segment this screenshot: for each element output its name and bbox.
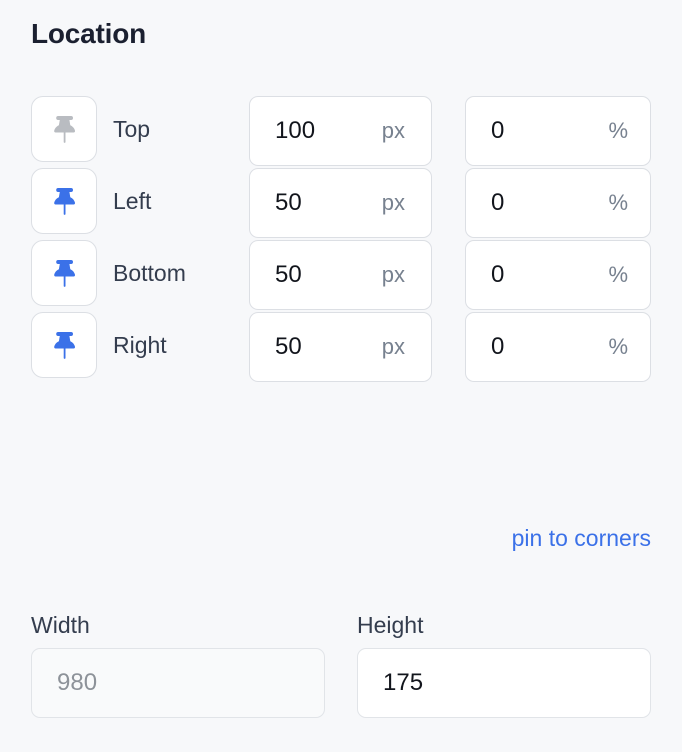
bottom-px-value: 50	[275, 261, 302, 288]
top-pct-value: 0	[491, 117, 505, 144]
top-px-unit: px	[381, 118, 405, 143]
location-label-top: Top	[113, 115, 151, 142]
left-px-value: 50	[275, 189, 302, 216]
left-pct-input[interactable]: 0 %	[465, 168, 651, 238]
width-input[interactable]: 980	[31, 648, 325, 718]
location-rows: Top 100 px 0 % Left 50 px 0 % Bottom 50 …	[0, 96, 682, 384]
right-pct-input[interactable]: 0 %	[465, 312, 651, 382]
pin-toggle-bottom[interactable]	[31, 240, 97, 306]
width-group: Width 980	[31, 612, 325, 718]
location-label-left: Left	[113, 187, 152, 214]
right-pct-unit: %	[608, 334, 628, 359]
top-pct-unit: %	[608, 118, 628, 143]
right-px-input[interactable]: 50 px	[249, 312, 432, 382]
pushpin-icon	[50, 186, 78, 216]
pushpin-icon	[50, 258, 78, 288]
location-row-bottom: Bottom 50 px 0 %	[0, 240, 682, 312]
right-pct-value: 0	[491, 333, 505, 360]
top-px-value: 100	[275, 117, 316, 144]
right-px-value: 50	[275, 333, 302, 360]
location-row-left: Left 50 px 0 %	[0, 168, 682, 240]
left-pct-value: 0	[491, 189, 505, 216]
pin-toggle-right[interactable]	[31, 312, 97, 378]
bottom-pct-unit: %	[608, 262, 628, 287]
bottom-px-input[interactable]: 50 px	[249, 240, 432, 310]
width-label: Width	[31, 612, 90, 638]
location-label-bottom: Bottom	[113, 259, 186, 286]
location-row-top: Top 100 px 0 %	[0, 96, 682, 168]
left-px-unit: px	[381, 190, 405, 215]
location-panel: Location Top 100 px 0 % Left 50 px 0 % B…	[0, 0, 682, 752]
left-pct-unit: %	[608, 190, 628, 215]
location-row-right: Right 50 px 0 %	[0, 312, 682, 384]
page-title: Location	[31, 18, 147, 49]
bottom-px-unit: px	[381, 262, 405, 287]
bottom-pct-value: 0	[491, 261, 505, 288]
height-label: Height	[357, 612, 424, 638]
height-input[interactable]: 175	[357, 648, 651, 718]
pushpin-icon	[50, 114, 78, 144]
height-group: Height 175	[357, 612, 651, 718]
pin-toggle-top[interactable]	[31, 96, 97, 162]
top-pct-input[interactable]: 0 %	[465, 96, 651, 166]
pushpin-icon	[50, 330, 78, 360]
left-px-input[interactable]: 50 px	[249, 168, 432, 238]
pin-toggle-left[interactable]	[31, 168, 97, 234]
right-px-unit: px	[381, 334, 405, 359]
location-label-right: Right	[113, 331, 167, 358]
top-px-input[interactable]: 100 px	[249, 96, 432, 166]
pin-to-corners-link[interactable]: pin to corners	[512, 524, 651, 552]
bottom-pct-input[interactable]: 0 %	[465, 240, 651, 310]
